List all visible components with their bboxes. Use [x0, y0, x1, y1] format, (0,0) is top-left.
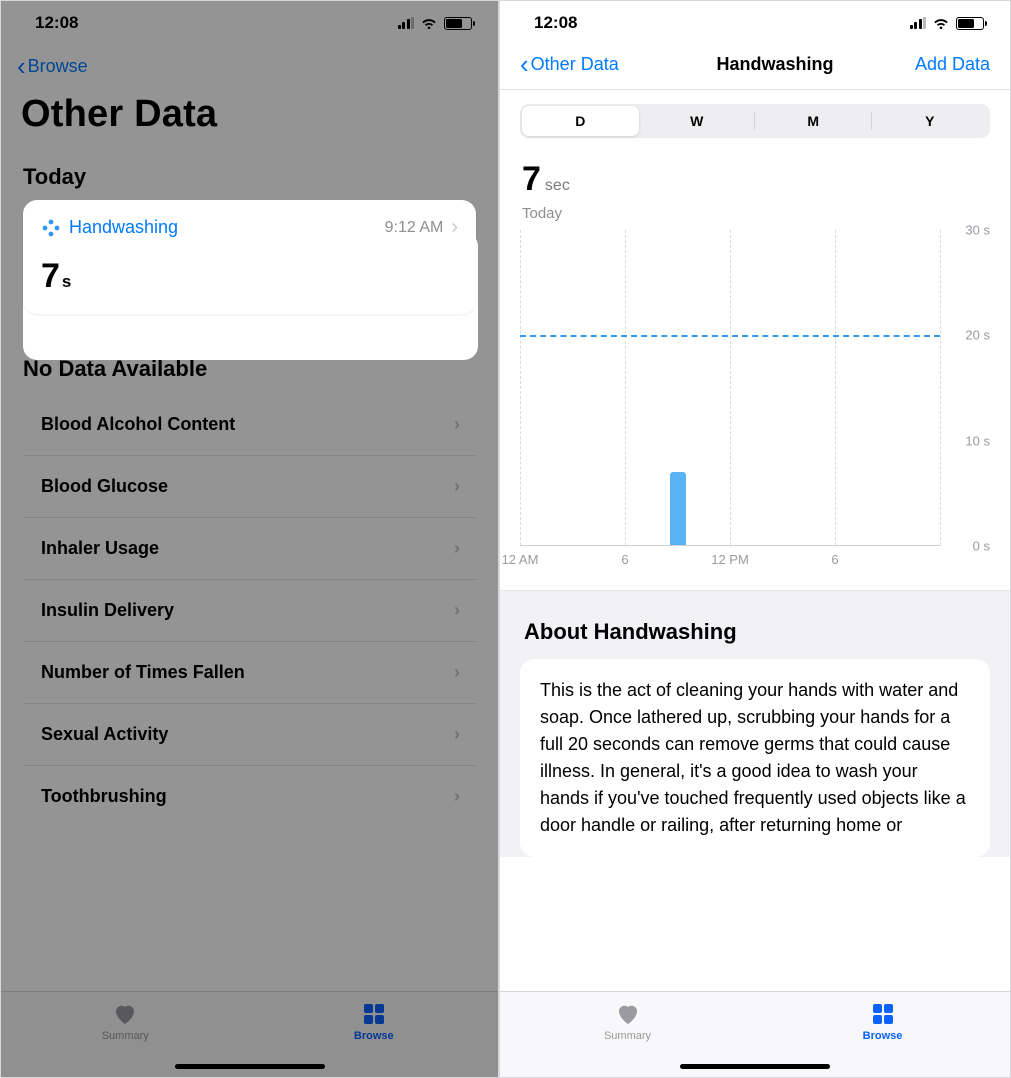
tab-label: Browse: [354, 1030, 394, 1042]
wifi-icon: [932, 17, 950, 30]
nodata-list: Blood Alcohol Content› Blood Glucose› In…: [23, 394, 476, 827]
list-item[interactable]: Inhaler Usage›: [23, 518, 476, 580]
chevron-right-icon: ›: [454, 414, 460, 435]
metric-unit: sec: [545, 177, 570, 194]
handwashing-icon: [41, 218, 61, 238]
section-nodata: No Data Available: [1, 314, 498, 394]
grid-icon: [871, 1002, 895, 1026]
x-tick-label: 12 PM: [711, 552, 749, 567]
status-time: 12:08: [534, 13, 577, 33]
handwashing-card[interactable]: Handwashing 9:12 AM › 7s: [23, 200, 476, 314]
reference-line: [520, 335, 940, 337]
tab-label: Summary: [102, 1030, 149, 1042]
grid-line: [940, 230, 941, 545]
status-bar: 12:08: [1, 1, 498, 45]
battery-icon: [956, 17, 984, 30]
segment-month[interactable]: M: [755, 106, 872, 136]
home-indicator: [680, 1064, 830, 1069]
status-time: 12:08: [35, 13, 78, 33]
page-title: Other Data: [1, 89, 498, 152]
nav-bar: ‹ Browse: [1, 45, 498, 89]
tab-bar: Summary Browse: [500, 991, 1010, 1077]
x-tick-label: 12 AM: [502, 552, 539, 567]
list-label: Inhaler Usage: [41, 538, 454, 559]
chevron-right-icon: ›: [454, 600, 460, 621]
list-label: Number of Times Fallen: [41, 662, 454, 683]
status-bar: 12:08: [500, 1, 1010, 45]
chevron-right-icon: ›: [451, 216, 458, 239]
y-tick-label: 20 s: [965, 328, 990, 343]
cellular-icon: [398, 17, 415, 29]
value-unit: s: [62, 272, 71, 291]
list-label: Insulin Delivery: [41, 600, 454, 621]
tab-label: Summary: [604, 1030, 651, 1042]
about-title: About Handwashing: [500, 619, 1010, 659]
chevron-right-icon: ›: [454, 538, 460, 559]
grid-icon: [362, 1002, 386, 1026]
grid-line: [520, 230, 521, 545]
nav-bar: ‹ Other Data Handwashing Add Data: [500, 45, 1010, 90]
about-section: About Handwashing This is the act of cle…: [500, 591, 1010, 857]
card-time: 9:12 AM: [385, 219, 444, 237]
x-tick-label: 6: [831, 552, 838, 567]
metric-subtitle: Today: [522, 205, 988, 222]
home-indicator: [175, 1064, 325, 1069]
chevron-left-icon: ‹: [520, 51, 529, 77]
list-item[interactable]: Blood Alcohol Content›: [23, 394, 476, 456]
y-tick-label: 0 s: [973, 539, 990, 554]
list-label: Toothbrushing: [41, 786, 454, 807]
y-tick-label: 30 s: [965, 223, 990, 238]
list-item[interactable]: Blood Glucose›: [23, 456, 476, 518]
handwashing-chart[interactable]: 0 s10 s20 s30 s 12 AM612 PM6: [520, 230, 990, 570]
list-label: Blood Alcohol Content: [41, 414, 454, 435]
list-label: Sexual Activity: [41, 724, 454, 745]
grid-line: [730, 230, 731, 545]
wifi-icon: [420, 17, 438, 30]
chevron-right-icon: ›: [454, 724, 460, 745]
segment-day[interactable]: D: [522, 106, 639, 136]
about-body: This is the act of cleaning your hands w…: [520, 659, 990, 857]
grid-line: [835, 230, 836, 545]
x-tick-label: 6: [621, 552, 628, 567]
time-range-segment: D W M Y: [520, 104, 990, 138]
list-item[interactable]: Insulin Delivery›: [23, 580, 476, 642]
segment-year[interactable]: Y: [872, 106, 989, 136]
heart-icon: [112, 1002, 138, 1026]
grid-line: [625, 230, 626, 545]
tab-label: Browse: [863, 1030, 903, 1042]
list-label: Blood Glucose: [41, 476, 454, 497]
heart-icon: [615, 1002, 641, 1026]
status-icons: [910, 17, 985, 30]
chevron-left-icon: ‹: [17, 53, 26, 79]
screen-other-data: 12:08 ‹ Browse Other Data Today Handwash…: [0, 0, 499, 1078]
chart-bar[interactable]: [670, 472, 686, 546]
list-item[interactable]: Number of Times Fallen›: [23, 642, 476, 704]
list-item[interactable]: Sexual Activity›: [23, 704, 476, 766]
chevron-right-icon: ›: [454, 476, 460, 497]
card-value: 7s: [41, 257, 458, 296]
list-item[interactable]: Toothbrushing›: [23, 766, 476, 827]
back-button[interactable]: ‹ Browse: [17, 53, 88, 79]
back-label: Browse: [28, 56, 88, 77]
screen-handwashing-detail: 12:08 ‹ Other Data Handwashing Add Data …: [499, 0, 1011, 1078]
back-button[interactable]: ‹ Other Data: [520, 51, 650, 77]
section-today: Today: [1, 152, 498, 200]
add-data-button[interactable]: Add Data: [900, 54, 990, 75]
metric-summary: 7sec Today: [500, 138, 1010, 222]
card-title: Handwashing: [69, 217, 385, 238]
cellular-icon: [910, 17, 927, 29]
value-number: 7: [41, 257, 60, 295]
chevron-right-icon: ›: [454, 786, 460, 807]
metric-value: 7: [522, 160, 541, 199]
chevron-right-icon: ›: [454, 662, 460, 683]
nav-title: Handwashing: [650, 54, 900, 75]
segment-week[interactable]: W: [639, 106, 756, 136]
status-icons: [398, 17, 473, 30]
battery-icon: [444, 17, 472, 30]
chart-container: 0 s 10 s 20 s 30 s 12 AM 6 12 PM 6: [500, 222, 1010, 591]
tab-bar: Summary Browse: [1, 991, 498, 1077]
y-tick-label: 10 s: [965, 433, 990, 448]
back-label: Other Data: [531, 54, 619, 75]
